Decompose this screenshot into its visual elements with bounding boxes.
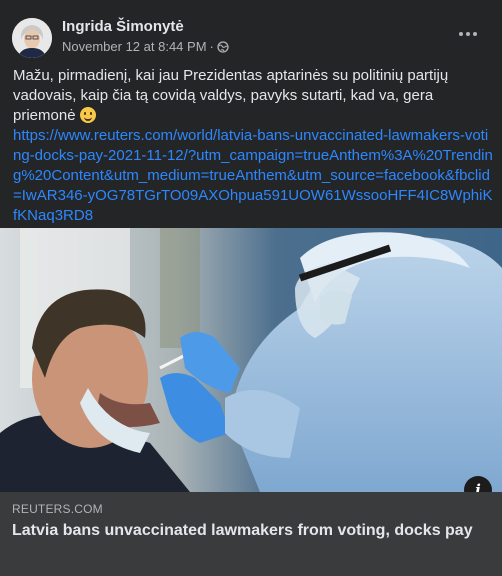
post-link[interactable]: https://www.reuters.com/world/latvia-ban… bbox=[13, 126, 493, 226]
post-header: Ingrida Šimonytė November 12 at 8:44 PM … bbox=[12, 18, 490, 62]
globe-icon[interactable] bbox=[217, 40, 229, 53]
avatar-image bbox=[12, 18, 52, 58]
link-title[interactable]: Latvia bans unvaccinated lawmakers from … bbox=[12, 520, 482, 541]
meta-separator: · bbox=[209, 39, 214, 54]
author-name[interactable]: Ingrida Šimonytė bbox=[62, 18, 184, 35]
facebook-post: Ingrida Šimonytė November 12 at 8:44 PM … bbox=[0, 0, 502, 576]
post-text: Mažu, pirmadienį, kai jau Prezidentas ap… bbox=[13, 67, 449, 124]
post-meta: November 12 at 8:44 PM · bbox=[62, 39, 229, 54]
post-text-block: Mažu, pirmadienį, kai jau Prezidentas ap… bbox=[13, 66, 493, 126]
author-avatar[interactable] bbox=[12, 18, 52, 58]
link-preview-image[interactable] bbox=[0, 228, 502, 492]
link-preview-caption[interactable]: REUTERS.COM Latvia bans unvaccinated law… bbox=[0, 492, 502, 576]
link-source: REUTERS.COM bbox=[12, 502, 103, 516]
smiling-face-icon bbox=[79, 107, 96, 123]
more-options-icon[interactable] bbox=[454, 24, 482, 44]
post-body: Mažu, pirmadienį, kai jau Prezidentas ap… bbox=[13, 66, 493, 226]
post-timestamp[interactable]: November 12 at 8:44 PM bbox=[62, 39, 207, 54]
